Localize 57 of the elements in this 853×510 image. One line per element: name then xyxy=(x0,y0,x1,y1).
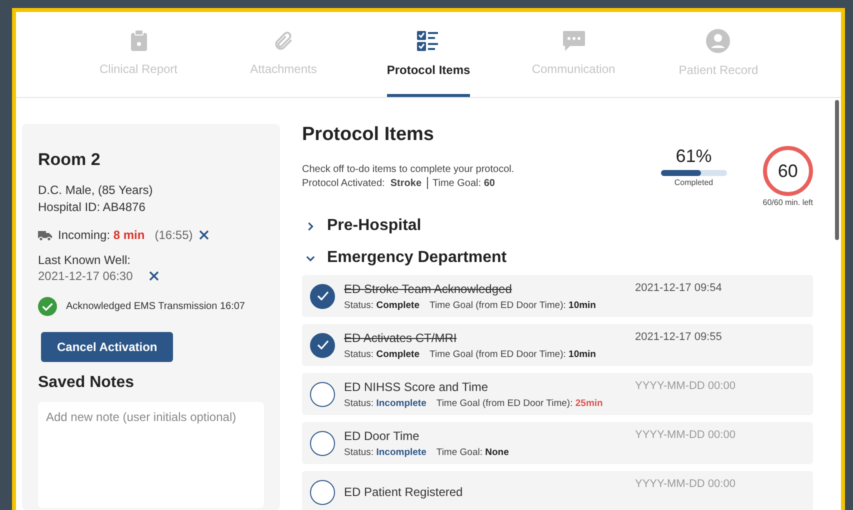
completion-percent: 61% xyxy=(676,146,712,167)
item-timestamp: YYYY-MM-DD 00:00 xyxy=(635,379,736,392)
checklist-icon xyxy=(416,28,440,52)
chevron-icon xyxy=(306,222,315,230)
note-field[interactable]: Add new note (user initials optional) xyxy=(38,402,264,508)
item-title: ED Stroke Team Acknowledged xyxy=(344,282,513,296)
checkmark-icon xyxy=(316,340,328,350)
item-timestamp: YYYY-MM-DD 00:00 xyxy=(635,428,736,441)
item-timestamp: YYYY-MM-DD 00:00 xyxy=(635,477,736,490)
page-title: Protocol Items xyxy=(302,124,435,146)
item-status: Status: Incomplete xyxy=(344,398,426,408)
item-checkbox[interactable] xyxy=(310,332,335,358)
item-title: ED NIHSS Score and Time xyxy=(344,380,490,394)
item-status: Status: Complete xyxy=(344,300,420,310)
time-left-caption: 60/60 min. left xyxy=(762,198,813,207)
patient-info: D.C. Male, (85 Years) xyxy=(38,182,154,199)
item-status: Status: Complete xyxy=(344,348,420,360)
item-time-goal: Time Goal (from ED Door Time): 10min xyxy=(430,348,596,360)
item-title: ED Door Time xyxy=(344,428,420,442)
last-known-well-time: 2021-12-17 06:30 xyxy=(38,269,133,283)
item-checkbox[interactable] xyxy=(310,480,335,504)
close-icon[interactable] xyxy=(148,271,159,281)
section-header[interactable]: Emergency Department xyxy=(302,249,507,267)
item-time-goal: Time Goal: None xyxy=(436,446,509,458)
item-status: Status: Incomplete xyxy=(344,446,426,458)
tab[interactable]: Protocol Items xyxy=(386,12,470,97)
item-timestamp: 2021-12-17 09:55 xyxy=(635,330,723,343)
timer-ring: 60 xyxy=(762,146,813,196)
arrival-time: (16:55) xyxy=(154,228,193,242)
user-avatar-icon xyxy=(706,28,730,52)
item-timestamp: 2021-12-17 09:54 xyxy=(635,281,723,294)
completed-label: Completed xyxy=(674,178,714,187)
room-title: Room 2 xyxy=(38,150,102,170)
item-time-goal: Time Goal (from ED Door Time): 25min xyxy=(436,398,603,408)
item-checkbox[interactable] xyxy=(310,382,335,406)
item-time-goal: Time Goal (from ED Door Time): 10min xyxy=(430,300,596,310)
scrollbar[interactable] xyxy=(835,100,839,240)
item-title: ED Activates CT/MRI xyxy=(344,330,458,344)
cancel-activation-button[interactable]: Cancel Activation xyxy=(41,332,174,362)
saved-notes-title: Saved Notes xyxy=(38,374,136,392)
chevron-icon xyxy=(306,254,315,262)
last-known-well-label: Last Known Well: xyxy=(38,252,132,269)
checkmark-icon xyxy=(316,291,328,301)
protocol-activated-text: Protocol Activated: Stroke Time Goal: 60 xyxy=(302,177,496,191)
section-header[interactable]: Pre-Hospital xyxy=(302,217,422,235)
acknowledgment-text: Acknowledged EMS Transmission 16:07 xyxy=(66,301,245,312)
hospital-id: Hospital ID: AB4876 xyxy=(38,199,146,216)
item-checkbox[interactable] xyxy=(310,284,335,308)
clipboard-icon xyxy=(130,30,148,52)
paperclip-icon xyxy=(272,30,294,52)
item-checkbox[interactable] xyxy=(310,430,335,456)
incoming-eta: Incoming: 8 min xyxy=(58,228,145,242)
close-icon[interactable] xyxy=(198,230,209,240)
item-title: ED Patient Registered xyxy=(344,485,464,499)
instructions-text: Check off to-do items to complete your protocol. xyxy=(302,163,516,177)
ambulance-icon xyxy=(38,230,52,240)
chat-bubble-icon xyxy=(562,30,586,52)
